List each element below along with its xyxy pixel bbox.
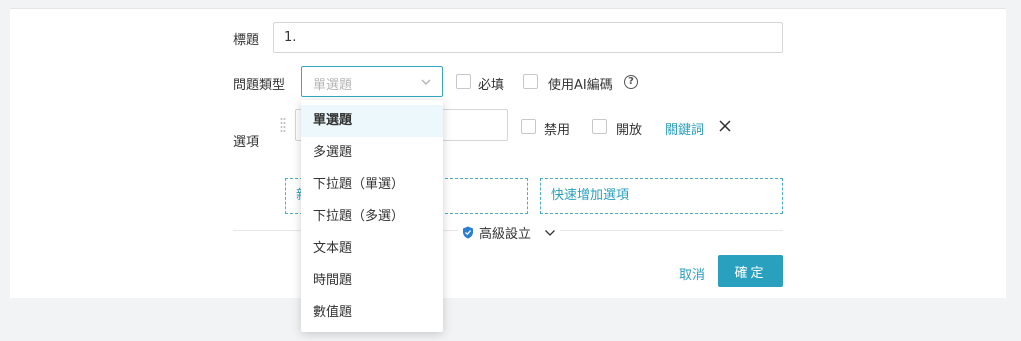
question-type-label: 問題類型	[233, 78, 286, 93]
dropdown-option-single-choice[interactable]: 單選題	[301, 105, 443, 137]
drag-handle-icon[interactable]	[280, 117, 286, 133]
advanced-settings-label: 高級設立	[479, 227, 532, 242]
ai-code-label: 使用AI編碼	[548, 78, 613, 93]
question-type-value: 單選題	[313, 78, 353, 93]
shield-check-icon	[463, 226, 473, 239]
question-editor-card: 標題 問題類型 單選題 必填 使用AI編碼 ? 選項 禁用 開放 關鍵詞 新 快…	[10, 8, 1006, 298]
chevron-down-icon	[421, 79, 431, 85]
ai-code-checkbox[interactable]	[523, 74, 538, 89]
dropdown-option-multiple-choice[interactable]: 多選題	[301, 137, 443, 169]
chevron-down-icon	[545, 229, 555, 236]
keyword-link[interactable]: 關鍵詞	[665, 119, 704, 138]
dropdown-option-time[interactable]: 時間題	[301, 265, 443, 297]
question-type-select[interactable]: 單選題	[301, 66, 443, 97]
dropdown-option-text[interactable]: 文本題	[301, 233, 443, 265]
help-icon[interactable]: ?	[624, 75, 638, 89]
dropdown-option-dropdown-multiple[interactable]: 下拉題（多選）	[301, 201, 443, 233]
title-input[interactable]	[273, 22, 783, 53]
advanced-settings-toggle[interactable]: 高級設立	[458, 223, 561, 242]
dropdown-option-numeric[interactable]: 數值題	[301, 297, 443, 329]
disable-checkbox[interactable]	[521, 119, 536, 134]
dropdown-option-dropdown-single[interactable]: 下拉題（單選）	[301, 169, 443, 201]
required-checkbox[interactable]	[456, 74, 471, 89]
question-type-dropdown: 單選題 多選題 下拉題（單選） 下拉題（多選） 文本題 時間題 數值題	[301, 100, 443, 332]
options-label: 選項	[233, 135, 260, 150]
open-label: 開放	[616, 123, 643, 138]
quick-add-options-button[interactable]: 快速增加選項	[540, 178, 783, 214]
confirm-button[interactable]: 確定	[718, 255, 783, 287]
disable-label: 禁用	[544, 123, 571, 138]
required-label: 必填	[478, 78, 505, 93]
cancel-button[interactable]: 取消	[679, 264, 705, 283]
open-checkbox[interactable]	[592, 119, 607, 134]
title-label: 標題	[233, 33, 260, 48]
close-icon[interactable]	[718, 119, 732, 133]
